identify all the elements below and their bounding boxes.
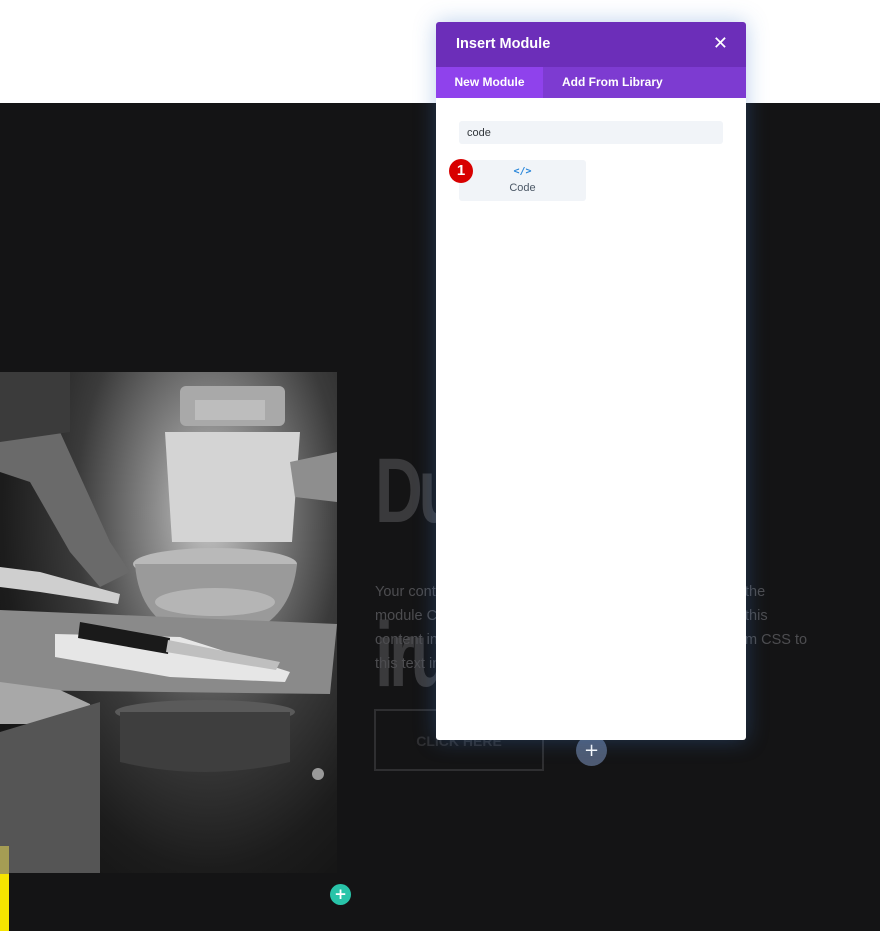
insert-module-modal: Insert Module ✕ New Module Add From Libr… <box>436 22 746 740</box>
kitchen-photo <box>0 372 337 873</box>
modal-tabs: New Module Add From Library <box>436 67 746 98</box>
kitchen-photo-art <box>0 372 337 873</box>
module-search-input[interactable] <box>459 121 723 144</box>
code-icon: </> <box>513 166 532 177</box>
close-icon[interactable]: ✕ <box>713 33 728 54</box>
module-card-code[interactable]: </> Code <box>459 160 586 201</box>
tab-new-module[interactable]: New Module <box>436 67 543 98</box>
body-line-left: this text in <box>375 656 441 672</box>
body-line-left: module Co <box>375 608 446 624</box>
body-line-left: content in <box>375 632 438 648</box>
step-number-badge: 1 <box>449 159 473 183</box>
body-line-right: the <box>745 584 766 600</box>
add-section-button[interactable]: + <box>330 884 351 905</box>
body-line-right: this <box>745 608 768 624</box>
accent-bar <box>0 874 9 931</box>
body-line-left: Your conte <box>375 584 444 600</box>
modal-title: Insert Module <box>456 36 551 52</box>
modal-header: Insert Module ✕ <box>436 22 746 67</box>
accent-bar-faded <box>0 846 9 874</box>
module-card-label: Code <box>509 182 536 194</box>
tab-add-from-library[interactable]: Add From Library <box>543 67 663 98</box>
body-line-right: m CSS to <box>745 632 808 648</box>
hero-heading-line-1: Du <box>375 440 459 542</box>
